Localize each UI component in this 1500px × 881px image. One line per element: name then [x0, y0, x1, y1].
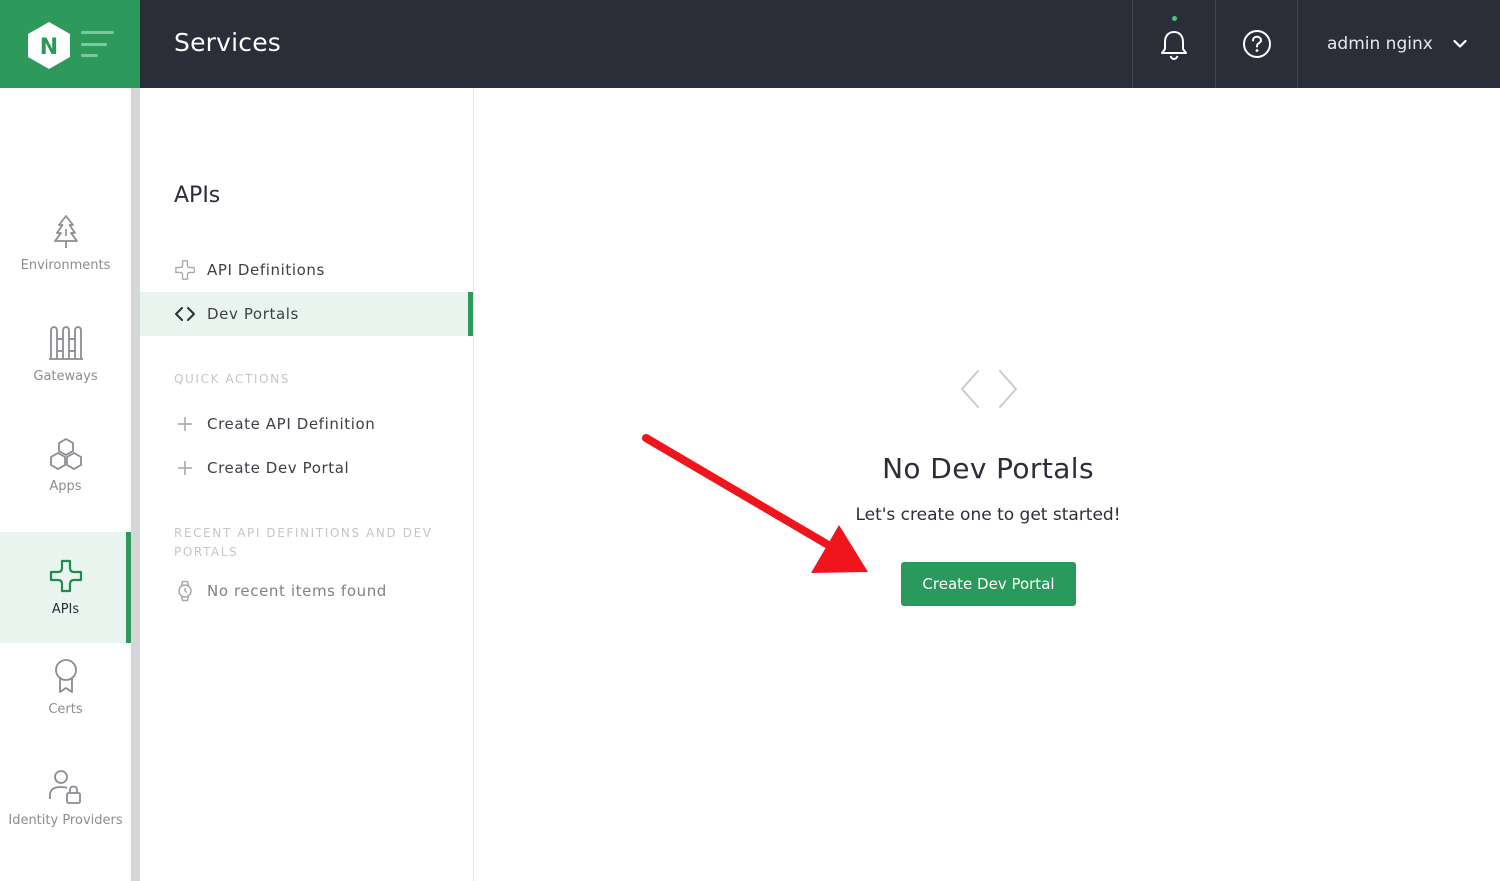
primary-sidebar: Environments Gateways Apps APIs Certs Id… — [0, 88, 131, 881]
top-bar: N Services admin nginx — [0, 0, 1500, 88]
plus-icon — [174, 457, 196, 479]
svg-text:N: N — [40, 35, 58, 60]
help-circle-icon — [1243, 30, 1271, 58]
code-brackets-icon — [961, 370, 1017, 408]
secondary-sidebar: APIs API Definitions Dev Portals QUICK A… — [140, 88, 473, 881]
nav-item-environments[interactable]: Environments — [0, 188, 131, 299]
quick-action-create-api-definition[interactable]: Create API Definition — [140, 402, 473, 446]
user-lock-icon — [48, 770, 81, 804]
subnav-item-api-definitions[interactable]: API Definitions — [140, 248, 473, 292]
nav-label: Environments — [20, 258, 111, 273]
api-plus-icon — [174, 259, 196, 281]
recent-empty-text: No recent items found — [207, 582, 387, 600]
subnav-title: APIs — [174, 183, 221, 208]
nginx-logo-menu[interactable]: N — [0, 0, 140, 88]
sidebar-edge — [131, 88, 140, 881]
chevron-down-icon — [1453, 39, 1467, 48]
recent-items-heading: RECENT API DEFINITIONS AND DEV PORTALS — [174, 526, 433, 559]
notification-dot — [1172, 16, 1177, 21]
annotation-arrow-icon — [642, 434, 868, 573]
nav-label: Identity Providers — [8, 813, 123, 828]
subnav-item-dev-portals[interactable]: Dev Portals — [140, 292, 473, 336]
empty-state-subtitle: Let's create one to get started! — [855, 505, 1121, 525]
hexagons-icon — [49, 437, 82, 471]
nav-label: Certs — [48, 702, 83, 717]
nav-label: Apps — [49, 479, 82, 494]
help-button[interactable] — [1216, 0, 1298, 88]
quick-actions-heading: QUICK ACTIONS — [174, 372, 290, 386]
nav-item-apis[interactable]: APIs — [0, 532, 131, 643]
nginx-logo-icon: N — [28, 22, 114, 69]
notifications-button[interactable] — [1133, 0, 1215, 88]
nav-item-certs[interactable]: Certs — [0, 632, 131, 743]
page-title: Services — [174, 28, 282, 57]
create-dev-portal-button[interactable]: Create Dev Portal — [901, 562, 1076, 606]
quick-action-label: Create Dev Portal — [207, 459, 350, 477]
main-content: No Dev Portals Let's create one to get s… — [474, 88, 1500, 881]
bell-icon — [1161, 31, 1187, 61]
tree-icon — [53, 215, 78, 248]
nav-item-identity-providers[interactable]: Identity Providers — [0, 743, 131, 854]
watch-icon — [174, 580, 196, 602]
subnav-item-label: API Definitions — [207, 261, 325, 279]
gateway-icon — [48, 326, 83, 360]
quick-action-label: Create API Definition — [207, 415, 376, 433]
nav-item-gateways[interactable]: Gateways — [0, 299, 131, 410]
recent-items-empty: No recent items found — [174, 580, 387, 602]
nav-label: Gateways — [33, 369, 98, 384]
quick-action-create-dev-portal[interactable]: Create Dev Portal — [140, 446, 473, 490]
user-menu[interactable]: admin nginx — [1298, 0, 1500, 88]
nav-item-apps[interactable]: Apps — [0, 410, 131, 521]
ribbon-icon — [54, 659, 77, 693]
user-name: admin nginx — [1327, 34, 1433, 54]
subnav-item-label: Dev Portals — [207, 305, 299, 323]
code-brackets-icon — [174, 303, 196, 325]
api-plus-icon — [49, 559, 82, 593]
plus-icon — [174, 413, 196, 435]
empty-state-title: No Dev Portals — [882, 452, 1094, 485]
nav-label: APIs — [51, 602, 80, 617]
